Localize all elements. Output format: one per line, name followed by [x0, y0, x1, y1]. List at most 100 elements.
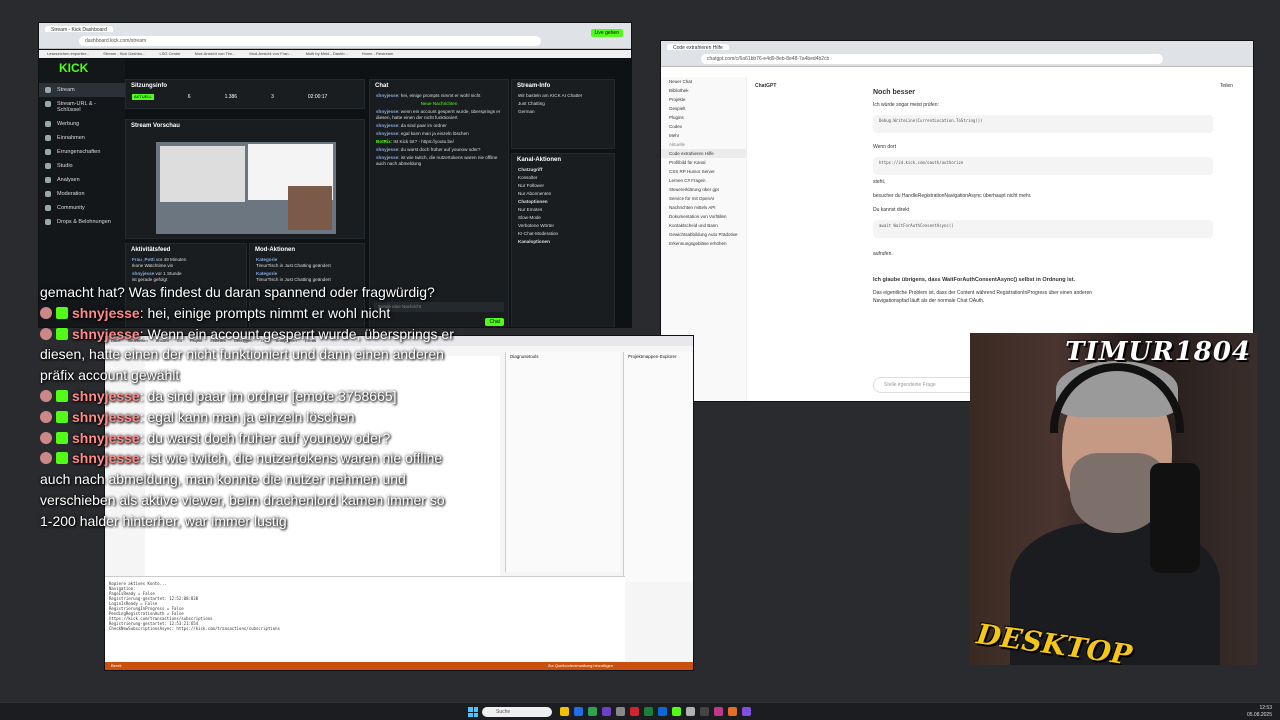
app-icon[interactable]: [574, 707, 583, 716]
sidebar-item[interactable]: Lernen C# Fragen: [661, 176, 746, 185]
activity-user[interactable]: shnyjesse: [132, 271, 154, 276]
bookmark-item[interactable]: LSG Center: [160, 51, 181, 57]
app-icon[interactable]: [630, 707, 639, 716]
address-bar[interactable]: dashboard.kick.com/stream: [79, 36, 541, 46]
sidebar-item[interactable]: Kontaktscheid und Bann: [661, 221, 746, 230]
stat-value: 3: [271, 94, 274, 100]
overlay-message: shnyjesse: Wenn ein account gesperrt wur…: [40, 325, 454, 384]
bookmark-item[interactable]: Multi by Meld - Dashb...: [306, 51, 348, 57]
app-icon[interactable]: [714, 707, 723, 716]
go-live-button[interactable]: Live gehen: [590, 29, 623, 37]
sidebar-item[interactable]: Steuererklärung über gpt: [661, 185, 746, 194]
nav-stream-key[interactable]: Stream-URL & -Schlüssel: [39, 97, 125, 117]
answer-text: Das eigentliche Problem ist, dass der Co…: [873, 290, 1093, 304]
chat-send-button[interactable]: Chat: [485, 318, 504, 326]
mod-label: Kategorie: [256, 270, 278, 276]
live-badge: AKTUELL: [132, 94, 154, 100]
category-text[interactable]: Just Chatting: [512, 100, 614, 108]
sidebar-item[interactable]: Gespielt: [661, 104, 746, 113]
overlay-message: shnyjesse: da sind paar im ordner [emote…: [40, 386, 460, 407]
channel-action[interactable]: Slow-Mode: [512, 214, 614, 222]
app-icon[interactable]: [700, 707, 709, 716]
channel-action-header: Kanaloptionen: [518, 238, 550, 244]
channel-action[interactable]: Nur Abonnenten: [512, 190, 614, 198]
sidebar-item[interactable]: Neuer Chat: [661, 77, 746, 86]
kick-badge-icon: [56, 431, 68, 444]
chat-message: shnyjesse: ist wie twitch, die nutzertok…: [376, 154, 498, 166]
overlay-message: shnyjesse: ist wie twitch, die nutzertok…: [40, 450, 445, 529]
mod-label: Kategorie: [256, 257, 278, 262]
nav-ads[interactable]: Werbung: [39, 117, 125, 131]
nav-analytics[interactable]: Analysen: [39, 173, 125, 187]
taskbar-search[interactable]: Suche: [482, 707, 552, 717]
channel-action[interactable]: Verbotene Wörter: [512, 222, 614, 230]
browser-tab[interactable]: Stream - Kick Dashboard: [45, 26, 113, 33]
streamer-logo: TIMUR1804: [1065, 337, 1251, 367]
output-line: CheckNewSubscriptionsAsync: https://kick…: [109, 626, 280, 631]
kick-logo[interactable]: KICK: [59, 61, 88, 75]
sidebar-item[interactable]: Code extrahieren Hilfe: [661, 149, 746, 158]
windows-start-icon[interactable]: [468, 707, 478, 717]
app-icon[interactable]: [644, 707, 653, 716]
session-title: Sitzungsinfo: [131, 83, 167, 89]
system-clock[interactable]: 12:53 05.08.2025: [1247, 705, 1272, 718]
bookmark-item[interactable]: Lesezeichen importier...: [47, 51, 89, 57]
address-bar[interactable]: chatgpt.com/c/6a61bb76-e4d9-8eb-8e48-7a4…: [701, 54, 1163, 64]
code-block: await WaitForAuthConsentAsync(): [873, 220, 1213, 238]
stat-value: 1.386: [224, 94, 238, 100]
sidebar-item[interactable]: Mehr: [661, 131, 746, 140]
answer-subheading: Ich glaube übrigens, dass WaitForAuthCon…: [873, 277, 1076, 283]
chat-message: shnyjesse: da sind paar im ordner: [376, 122, 447, 128]
channel-action[interactable]: Nur Emotes: [512, 206, 614, 214]
app-icon[interactable]: [602, 707, 611, 716]
nav-community[interactable]: Community: [39, 201, 125, 215]
sidebar-item[interactable]: Bibliothek: [661, 86, 746, 95]
browser-chrome: Code extrahieren Hilfe chatgpt.com/c/6a6…: [661, 41, 1253, 67]
avatar: [40, 306, 52, 319]
channel-actions-title: Kanal-Aktionen: [517, 157, 562, 163]
bookmark-item[interactable]: Mod-Ansicht von Fran...: [249, 51, 291, 57]
activity-time: vor 49 Minuten: [156, 257, 187, 262]
sidebar-item[interactable]: Dokumentation von Vorfällen: [661, 212, 746, 221]
sidebar-item[interactable]: CSS RP Humor Server: [661, 167, 746, 176]
stat-value: 02:00:17: [307, 94, 328, 100]
sidebar-item[interactable]: Service für mit OpenAI: [661, 194, 746, 203]
code-block: Debug.WriteLine(CurrentLocation.ToString…: [873, 115, 1213, 133]
answer-text: Wenn dort: [873, 144, 896, 150]
sidebar-item[interactable]: Codex: [661, 122, 746, 131]
channel-action[interactable]: Konsolter: [512, 174, 614, 182]
channel-action[interactable]: KI-Chat-Moderation: [512, 230, 614, 238]
sidebar-item[interactable]: Nachrichten mittels API: [661, 203, 746, 212]
nav-studio[interactable]: Studio: [39, 159, 125, 173]
app-icon[interactable]: [672, 707, 681, 716]
app-icon[interactable]: [588, 707, 597, 716]
nav-earnings[interactable]: Einnahmen: [39, 131, 125, 145]
nav-stream[interactable]: Stream: [39, 83, 125, 97]
bookmark-item[interactable]: Stream - Kick Dashbo...: [103, 51, 145, 57]
bookmark-item[interactable]: Mod-Ansicht von Tim...: [195, 51, 236, 57]
app-icon[interactable]: [728, 707, 737, 716]
channel-action[interactable]: Nur Follower: [512, 182, 614, 190]
visual-studio-icon[interactable]: [742, 707, 751, 716]
source-control-button[interactable]: Zur Quellcodeverwaltung hinzufügen: [548, 663, 613, 668]
sidebar-item[interactable]: Projekte: [661, 95, 746, 104]
stream-preview-image[interactable]: [156, 142, 336, 234]
nav-moderation[interactable]: Moderation: [39, 187, 125, 201]
app-icon[interactable]: [616, 707, 625, 716]
browser-chrome: Stream - Kick Dashboard dashboard.kick.c…: [39, 23, 631, 49]
bookmark-item[interactable]: Home - Restream: [362, 51, 394, 57]
activity-user[interactable]: Frau_Potti: [132, 257, 155, 262]
app-icon[interactable]: [686, 707, 695, 716]
browser-tab[interactable]: Code extrahieren Hilfe: [667, 44, 729, 51]
sidebar-item[interactable]: Gewichtsabbildung Auto Prädotive: [661, 230, 746, 239]
nav-drops[interactable]: Drops & Belohnungen: [39, 215, 125, 229]
file-explorer-icon[interactable]: [560, 707, 569, 716]
share-button[interactable]: Teilen: [1220, 83, 1233, 89]
model-selector[interactable]: ChatGPT: [755, 83, 776, 89]
sidebar-item[interactable]: Profilbild für Kanal: [661, 158, 746, 167]
sidebar-item[interactable]: Plugins: [661, 113, 746, 122]
nav-achievements[interactable]: Errungenschaften: [39, 145, 125, 159]
output-pane[interactable]: Kopiere aktives Konto... Navigation: Pag…: [105, 576, 625, 662]
app-icon[interactable]: [658, 707, 667, 716]
sidebar-item[interactable]: Erkennungsgebläse erhöhen: [661, 239, 746, 248]
